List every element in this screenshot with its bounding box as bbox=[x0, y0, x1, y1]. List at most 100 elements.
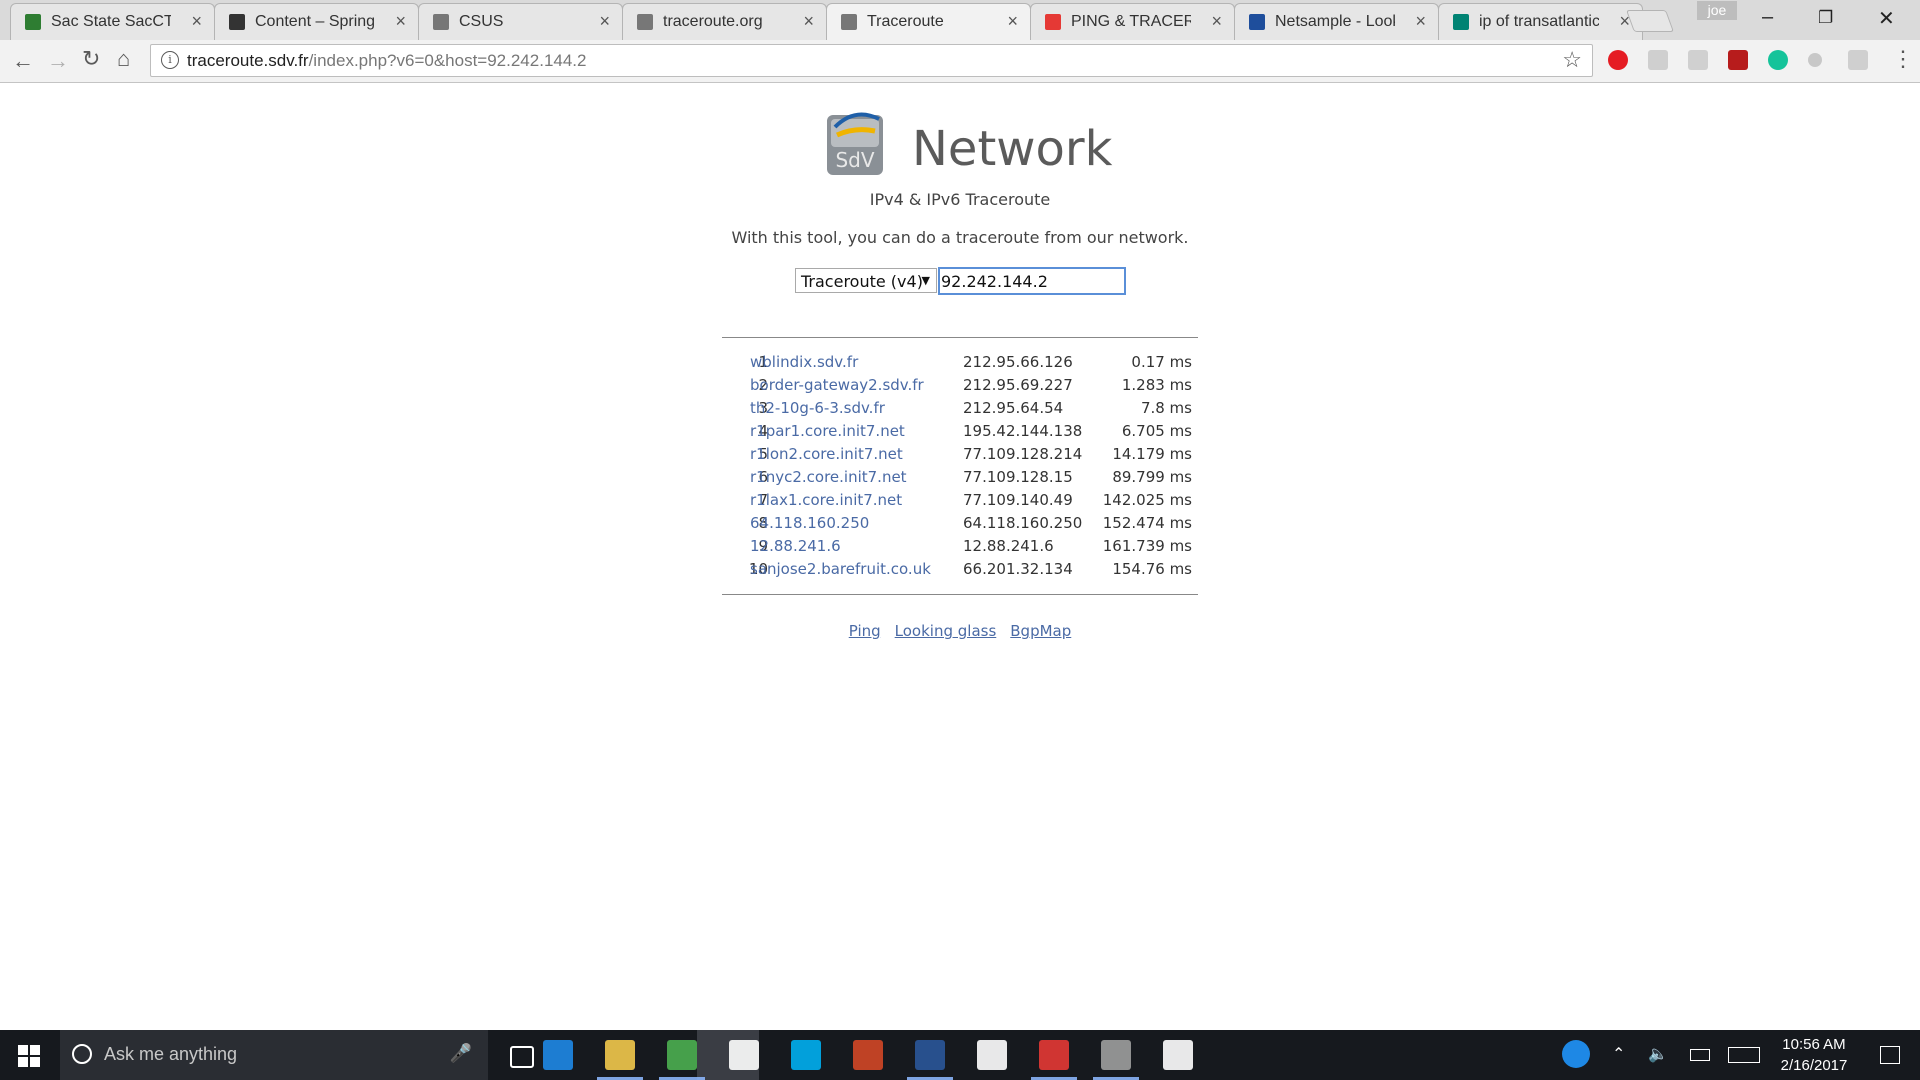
tab[interactable]: Content – Spring 2 × bbox=[214, 3, 419, 40]
footer-links: Ping Looking glass BgpMap bbox=[0, 622, 1920, 640]
hop-host-link[interactable]: border-gateway2.sdv.fr bbox=[750, 376, 924, 394]
tab[interactable]: Sac State SacCT × bbox=[10, 3, 215, 40]
microphone-icon[interactable]: 🎤 bbox=[450, 1043, 472, 1064]
hop-row: 8 64.118.160.250 64.118.160.250 152.474 ms bbox=[722, 514, 1198, 537]
tab-close-icon[interactable]: × bbox=[191, 11, 202, 32]
tab[interactable]: ip of transatlantic × bbox=[1438, 3, 1643, 40]
acrobat-icon[interactable] bbox=[1031, 1040, 1077, 1080]
hop-host-link[interactable]: r1lax1.core.init7.net bbox=[750, 491, 902, 509]
skype-icon[interactable] bbox=[791, 1040, 821, 1070]
address-bar[interactable]: i traceroute.sdv.fr/index.php?v6=0&host=… bbox=[150, 44, 1593, 77]
extension-ladybug-icon[interactable] bbox=[1728, 50, 1748, 70]
ping-link[interactable]: Ping bbox=[849, 622, 881, 640]
hop-host-link[interactable]: 64.118.160.250 bbox=[750, 514, 869, 532]
hop-host-link[interactable]: r1nyc2.core.init7.net bbox=[750, 468, 907, 486]
tab-close-icon[interactable]: × bbox=[395, 11, 406, 32]
bookmark-star-icon[interactable]: ☆ bbox=[1562, 47, 1582, 73]
powerpoint-icon[interactable] bbox=[853, 1040, 883, 1070]
minimize-icon[interactable]: – bbox=[1762, 6, 1773, 29]
back-button[interactable]: ← bbox=[12, 48, 34, 74]
store-icon[interactable] bbox=[729, 1040, 759, 1070]
bgpmap-link[interactable]: BgpMap bbox=[1010, 622, 1071, 640]
extension-feather-icon[interactable] bbox=[1688, 50, 1708, 70]
keyboard-icon[interactable] bbox=[1728, 1047, 1760, 1063]
profile-badge[interactable]: joe bbox=[1697, 1, 1737, 20]
word-icon[interactable] bbox=[907, 1040, 953, 1080]
home-button[interactable]: ⌂ bbox=[117, 46, 130, 72]
hop-host-link[interactable]: wblindix.sdv.fr bbox=[750, 353, 858, 371]
extension-dot-icon[interactable] bbox=[1808, 53, 1822, 67]
taskbar-clock[interactable]: 10:56 AM 2/16/2017 bbox=[1766, 1034, 1862, 1076]
tab-title: Traceroute bbox=[867, 13, 944, 30]
page-content: SdV Network IPv4 & IPv6 Traceroute With … bbox=[0, 83, 1920, 1030]
chrome-icon[interactable] bbox=[659, 1040, 705, 1080]
photos-icon[interactable] bbox=[1163, 1040, 1193, 1070]
hop-host-link[interactable]: th2-10g-6-3.sdv.fr bbox=[750, 399, 885, 417]
chevron-up-icon[interactable]: ⌃ bbox=[1612, 1044, 1625, 1064]
mode-select[interactable]: Traceroute (v4) ▼ bbox=[795, 268, 937, 293]
tab[interactable]: CSUS × bbox=[418, 3, 623, 40]
extension-cube-icon[interactable] bbox=[1648, 50, 1668, 70]
url-host: traceroute.sdv.fr bbox=[187, 51, 309, 70]
restore-icon[interactable]: ❐ bbox=[1818, 8, 1833, 28]
battery-icon[interactable] bbox=[1690, 1049, 1710, 1061]
ping-tracert-icon bbox=[1045, 14, 1061, 30]
search-placeholder: Ask me anything bbox=[104, 1044, 238, 1064]
taskbar: Ask me anything 🎤 ⌃ 🔈 10:56 AM 2/16/2017 bbox=[0, 1030, 1920, 1080]
reload-button[interactable]: ↻ bbox=[82, 46, 100, 72]
tab[interactable]: Traceroute × bbox=[826, 3, 1031, 40]
hop-ip: 77.109.128.15 bbox=[963, 468, 1073, 486]
cortana-icon bbox=[72, 1044, 92, 1064]
tab-title: PING & TRACERT P bbox=[1071, 13, 1191, 30]
hop-row: 10 sanjose2.barefruit.co.uk 66.201.32.134 1… bbox=[722, 560, 1198, 583]
windows-start-icon[interactable] bbox=[18, 1045, 40, 1067]
hop-host-link[interactable]: r1par1.core.init7.net bbox=[750, 422, 905, 440]
document-icon bbox=[433, 14, 449, 30]
new-tab-button[interactable] bbox=[1625, 10, 1675, 32]
edge-icon[interactable] bbox=[543, 1040, 573, 1070]
grammarly-icon[interactable] bbox=[1768, 50, 1788, 70]
acrobat-extension-icon[interactable] bbox=[1848, 50, 1868, 70]
paint-icon[interactable] bbox=[1093, 1040, 1139, 1080]
hop-rtt: 161.739 ms bbox=[1102, 537, 1192, 555]
url-text[interactable]: traceroute.sdv.fr/index.php?v6=0&host=92… bbox=[187, 51, 586, 71]
notification-app-icon[interactable] bbox=[1562, 1040, 1590, 1068]
tab-close-icon[interactable]: × bbox=[803, 11, 814, 32]
tab-close-icon[interactable]: × bbox=[1007, 11, 1018, 32]
action-center-icon[interactable] bbox=[1880, 1046, 1900, 1064]
hop-row: 7 r1lax1.core.init7.net 77.109.140.49 142.0… bbox=[722, 491, 1198, 514]
tab[interactable]: PING & TRACERT P × bbox=[1030, 3, 1235, 40]
hop-host-link[interactable]: 12.88.241.6 bbox=[750, 537, 841, 555]
hop-row: 1 wblindix.sdv.fr 212.95.66.126 0.17 ms bbox=[722, 353, 1198, 376]
hop-ip: 212.95.66.126 bbox=[963, 353, 1073, 371]
sdv-logo: SdV bbox=[827, 112, 883, 175]
tab-title: Content – Spring 2 bbox=[255, 13, 375, 30]
cortana-search-box[interactable]: Ask me anything 🎤 bbox=[60, 1030, 488, 1080]
tab[interactable]: Netsample - Looku × bbox=[1234, 3, 1439, 40]
tab-title: Netsample - Looku bbox=[1275, 13, 1395, 30]
netsample-n-icon bbox=[1249, 14, 1265, 30]
hop-row: 6 r1nyc2.core.init7.net 77.109.128.15 89.79… bbox=[722, 468, 1198, 491]
volume-icon[interactable]: 🔈 bbox=[1648, 1044, 1668, 1064]
tab-title: ip of transatlantic bbox=[1479, 13, 1599, 30]
url-path: /index.php?v6=0&host=92.242.144.2 bbox=[308, 51, 587, 70]
tab-title: Sac State SacCT bbox=[51, 13, 171, 30]
hop-host-link[interactable]: r1lon2.core.init7.net bbox=[750, 445, 903, 463]
tab[interactable]: traceroute.org × bbox=[622, 3, 827, 40]
opera-icon[interactable] bbox=[1608, 50, 1628, 70]
file-explorer-icon[interactable] bbox=[597, 1040, 643, 1080]
hop-host-link[interactable]: sanjose2.barefruit.co.uk bbox=[750, 560, 931, 578]
info-icon[interactable]: i bbox=[161, 51, 179, 69]
calculator-icon[interactable] bbox=[977, 1040, 1007, 1070]
blackboard-bb-icon bbox=[229, 14, 245, 30]
chrome-menu-icon[interactable]: ⋮ bbox=[1892, 46, 1914, 72]
looking-glass-link[interactable]: Looking glass bbox=[895, 622, 997, 640]
tab-close-icon[interactable]: × bbox=[1211, 11, 1222, 32]
host-input[interactable] bbox=[938, 267, 1126, 295]
tab-close-icon[interactable]: × bbox=[599, 11, 610, 32]
task-view-icon[interactable] bbox=[510, 1046, 534, 1068]
tab-close-icon[interactable]: × bbox=[1415, 11, 1426, 32]
close-window-icon[interactable]: ✕ bbox=[1878, 6, 1895, 31]
forward-button[interactable]: → bbox=[47, 48, 69, 74]
clock-date: 2/16/2017 bbox=[1780, 1057, 1848, 1074]
